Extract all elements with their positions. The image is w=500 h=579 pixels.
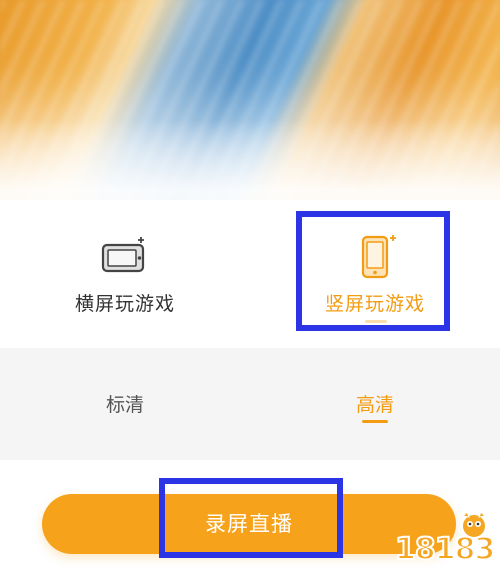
high-quality-label: 高清 <box>355 394 394 416</box>
landscape-label: 横屏玩游戏 <box>74 293 175 315</box>
high-quality-selected-indicator <box>362 420 388 423</box>
landscape-option[interactable]: 横屏玩游戏 <box>0 200 250 348</box>
quality-tabs: 标清 高清 <box>0 348 500 460</box>
game-banner-image <box>0 0 500 200</box>
standard-quality-label: 标清 <box>105 394 144 416</box>
watermark-text: 18183 <box>394 531 496 568</box>
site-watermark: 18183 <box>394 510 496 572</box>
landscape-phone-icon <box>101 237 145 273</box>
highlight-box-record-button <box>159 478 343 558</box>
tab-standard-quality[interactable]: 标清 <box>0 348 250 460</box>
banner-glow <box>0 110 500 200</box>
highlight-box-portrait <box>296 211 450 331</box>
tab-high-quality[interactable]: 高清 <box>250 348 500 460</box>
